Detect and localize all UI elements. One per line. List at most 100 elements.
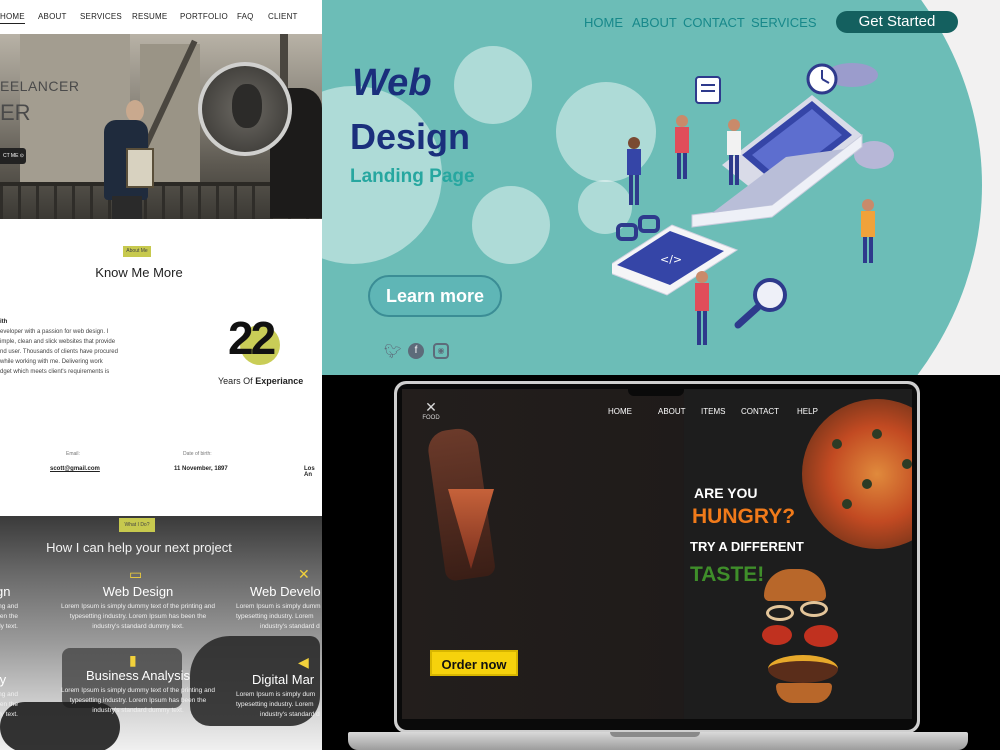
tools-icon: ✕ — [298, 566, 310, 582]
desc-line: typesetting industry. Lorem Ipsum has be… — [69, 613, 207, 620]
svg-text:</>: </> — [660, 253, 682, 266]
service-card: Web Design Lorem Ipsum is simply dummy t… — [52, 584, 224, 632]
about-tag: About Me — [123, 246, 151, 257]
portfolio-nav: HOME ABOUT SERVICES RESUME PORTFOLIO FAQ… — [0, 0, 322, 34]
nav-home[interactable]: HOME — [584, 15, 623, 30]
service-desc: Lorem Ipsum is simply dumm typesetting i… — [236, 602, 322, 632]
service-desc: e printing and ry has been the ly text. — [0, 690, 18, 720]
nav-resume[interactable]: RESUME — [132, 12, 167, 21]
desc-line: e printing and — [0, 691, 18, 698]
food-logo[interactable]: ✕ FOOD — [420, 399, 442, 421]
desc-line: Lorem Ipsum is simply dum — [236, 691, 316, 698]
portfolio-screenshot: HOME ABOUT SERVICES RESUME PORTFOLIO FAQ… — [0, 0, 322, 750]
desc-line: industry's standard d — [260, 711, 320, 718]
nav-contact[interactable]: CONTACT — [683, 15, 745, 30]
desc-line: e printing and — [0, 603, 18, 610]
desc-line: industry's standard d — [260, 623, 320, 630]
nav-home[interactable]: HOME — [0, 12, 25, 24]
desc-line: Lorem Ipsum is simply dummy text of the … — [61, 687, 215, 694]
dob-label: Date of birth: — [183, 451, 212, 457]
service-title: gn — [0, 584, 11, 599]
nav-client[interactable]: CLIENT — [268, 12, 298, 21]
years-label: Years Of Experiance — [218, 376, 303, 386]
nav-contact[interactable]: CONTACT — [741, 407, 779, 416]
hero-subtitle: Landing Page — [350, 166, 475, 187]
nav-items[interactable]: ITEMS — [701, 407, 725, 416]
desc-line: typesetting industry. Lorem Ipsum has be… — [69, 697, 207, 704]
experience-counter: 22 — [228, 311, 298, 367]
nav-services[interactable]: SERVICES — [751, 15, 817, 30]
nav-about[interactable]: ABOUT — [658, 407, 686, 416]
nav-services[interactable]: SERVICES — [80, 12, 122, 21]
food-laptop-mockup: ✕ FOOD HOME ABOUT ITEMS CONTACT HELP ARE… — [322, 375, 1000, 750]
service-title: Digital Mar — [252, 672, 315, 687]
nav-faq[interactable]: FAQ — [237, 12, 254, 21]
location-value: Los An — [304, 466, 315, 478]
service-desc: Lorem Ipsum is simply dummy text of the … — [52, 602, 224, 632]
service-title: Business Analysis — [85, 668, 191, 683]
headline-line1: ARE YOU — [694, 485, 758, 501]
instagram-icon[interactable]: ◉ — [433, 343, 449, 359]
phone-icon: </> — [612, 224, 739, 296]
nav-portfolio[interactable]: PORTFOLIO — [180, 12, 228, 21]
hero-subtitle: EELANCER — [0, 78, 80, 94]
monitor-icon: ▭ — [129, 566, 143, 582]
headline-line4: TASTE! — [690, 563, 765, 586]
email-label: Email: — [66, 451, 80, 457]
desc-line: ry has been the — [0, 613, 18, 620]
person-figure — [861, 199, 875, 263]
service-desc: Lorem Ipsum is simply dum typesetting in… — [236, 690, 322, 720]
service-desc: e printing and ry has been the ly text. — [0, 602, 18, 632]
service-title: Web Develo — [250, 584, 321, 599]
email-value[interactable]: scott@gmail.com — [50, 466, 100, 472]
nav-home[interactable]: HOME — [608, 407, 632, 416]
learn-more-button[interactable]: Learn more — [368, 275, 502, 317]
hero-title-line2: Design — [350, 116, 471, 157]
trackpad-notch — [610, 732, 700, 737]
person-figure — [675, 115, 689, 179]
person-figure — [695, 271, 709, 345]
services-heading: How I can help your next project — [46, 540, 232, 555]
contact-me-button[interactable]: CT ME ⊙ — [0, 148, 26, 164]
hero-section: EELANCER ER CT ME ⊙ — [0, 34, 322, 219]
avatar-face — [232, 84, 262, 128]
desc-line: industry's standard dummy text. — [92, 623, 184, 630]
desc-line: typesetting industry. Lorem — [236, 613, 314, 620]
headline-line2: HUNGRY? — [692, 505, 796, 528]
services-tag: What I Do? — [119, 518, 155, 532]
megaphone-icon: ◀ — [298, 654, 309, 670]
chart-icon: ▮ — [129, 652, 137, 668]
order-now-button[interactable]: Order now — [430, 650, 518, 676]
twitter-icon[interactable]: 🐦︎ — [384, 343, 402, 359]
dob-value: 11 November, 1897 — [174, 466, 228, 472]
legs — [112, 196, 142, 219]
desc-line: Lorem Ipsum is simply dumm — [236, 603, 321, 610]
nav-about[interactable]: ABOUT — [632, 15, 677, 30]
about-section: About Me Know Me More ith eveloper with … — [0, 219, 322, 516]
bio-line: eveloper with a passion for web design. … — [0, 329, 109, 335]
service-title: ty — [0, 672, 7, 687]
nav-about[interactable]: ABOUT — [38, 12, 67, 21]
intro-heading: ith — [0, 319, 8, 325]
service-card: gn e printing and ry has been the ly tex… — [0, 584, 26, 632]
person-figure — [627, 137, 641, 205]
chat-bubble-icon — [695, 76, 721, 104]
service-title: Web Design — [102, 584, 174, 599]
get-started-button[interactable]: Get Started — [836, 11, 958, 33]
nav-help[interactable]: HELP — [797, 407, 818, 416]
laptop-icon — [691, 95, 863, 228]
desc-line: ly text. — [0, 623, 18, 630]
headline-line3: TRY A DIFFERENT — [690, 539, 804, 554]
services-section: What I Do? How I can help your next proj… — [0, 516, 322, 750]
service-card: Digital Mar Lorem Ipsum is simply dum ty… — [226, 672, 322, 720]
facebook-icon[interactable]: f — [408, 343, 424, 359]
profile-avatar — [198, 62, 292, 156]
desc-line: ry has been the — [0, 701, 18, 708]
desc-line: industry's standard dummy text. — [92, 707, 184, 714]
camera-notch — [628, 384, 684, 396]
hero-title: ER — [0, 100, 31, 125]
logo-text: FOOD — [422, 415, 440, 421]
bio-line: imple, clean and slick websites that pro… — [0, 339, 116, 345]
years-number: 22 — [228, 312, 276, 364]
service-card: Web Develo Lorem Ipsum is simply dumm ty… — [226, 584, 322, 632]
